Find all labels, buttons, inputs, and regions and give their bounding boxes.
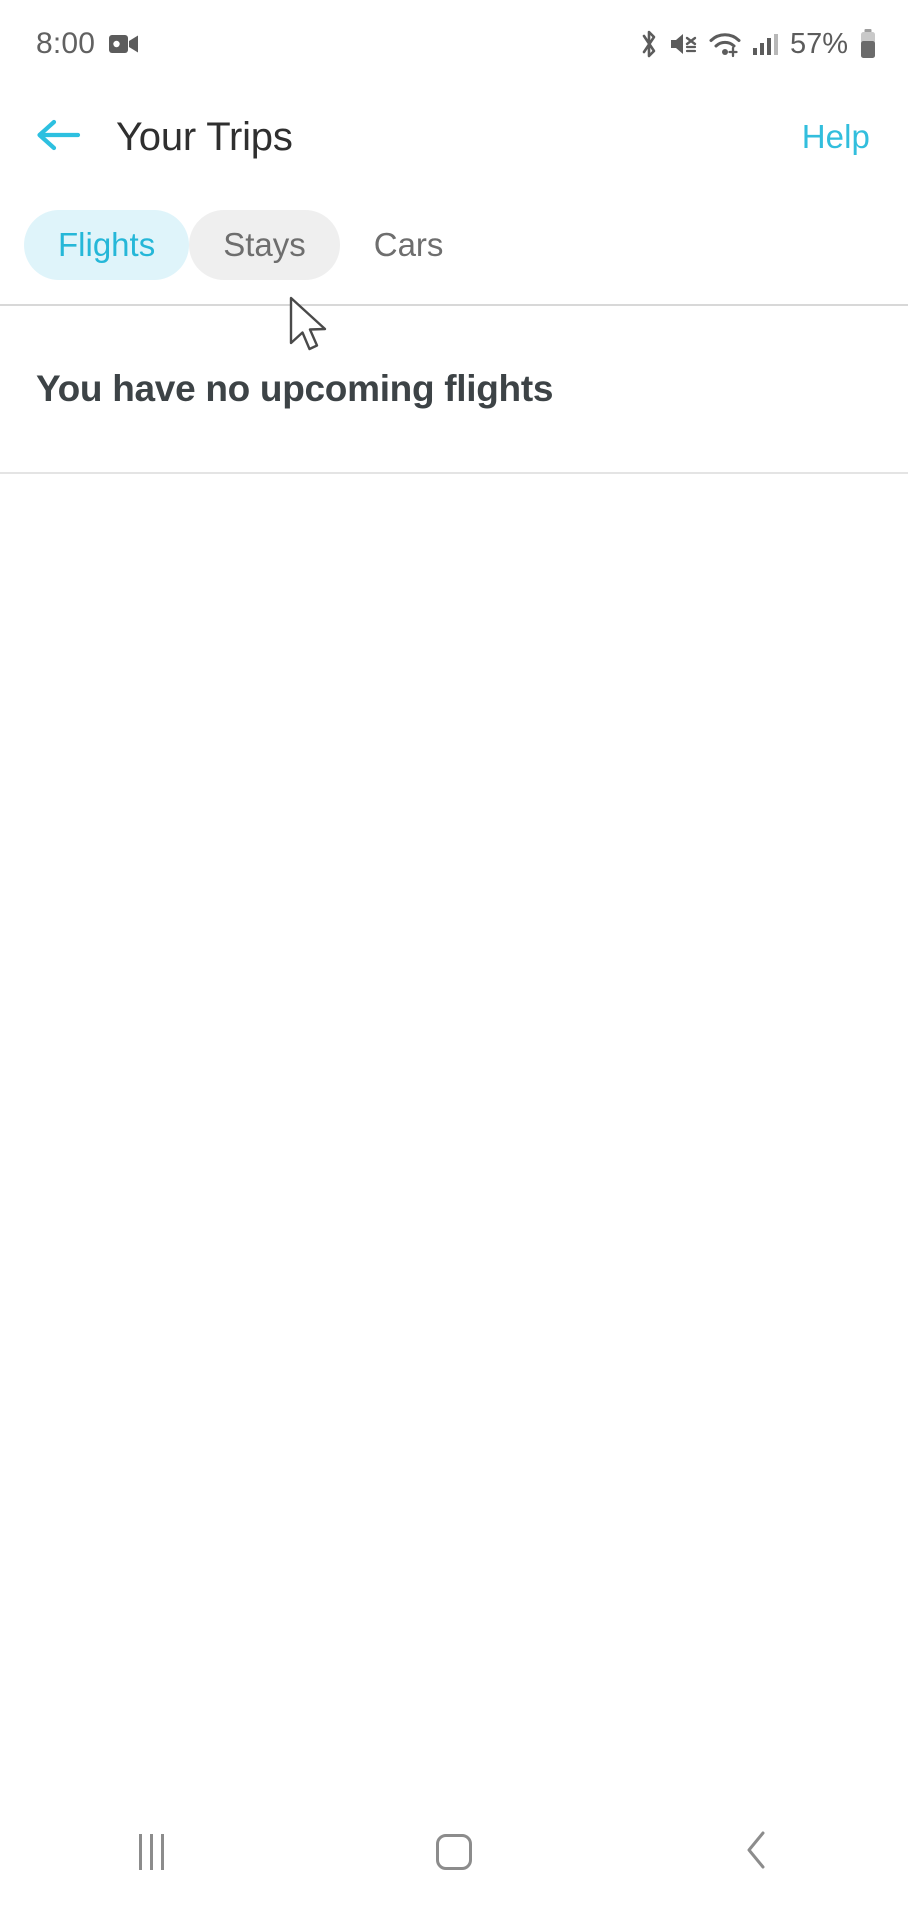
recent-apps-icon xyxy=(138,1834,164,1870)
status-bar: 8:00 57% xyxy=(0,0,908,88)
android-nav-bar xyxy=(0,1784,908,1920)
battery-percent-label: 57% xyxy=(789,27,848,60)
status-bar-right: 57% xyxy=(638,28,878,61)
arrow-left-icon xyxy=(34,115,82,160)
back-button[interactable] xyxy=(26,105,90,169)
page-title: Your Trips xyxy=(116,114,293,159)
tab-cars[interactable]: Cars xyxy=(340,210,478,280)
app-header: Your Trips Help xyxy=(0,88,908,186)
video-recording-icon xyxy=(109,32,139,56)
nav-home-button[interactable] xyxy=(379,1797,529,1907)
bluetooth-icon xyxy=(638,28,660,60)
trips-list-area xyxy=(0,474,908,1784)
trip-type-tabs: Flights Stays Cars xyxy=(0,186,908,304)
help-button[interactable]: Help xyxy=(788,106,884,168)
tab-stays[interactable]: Stays xyxy=(189,210,340,280)
empty-state-title: You have no upcoming flights xyxy=(36,368,554,409)
chevron-left-icon xyxy=(740,1828,774,1877)
tab-flights[interactable]: Flights xyxy=(24,210,190,280)
status-bar-left: 8:00 xyxy=(36,27,139,61)
wifi-icon xyxy=(708,30,742,58)
home-icon xyxy=(435,1834,472,1870)
phone-screen: 8:00 57% Your Trips Help Flights Stays C… xyxy=(0,0,908,1920)
nav-recent-apps-button[interactable] xyxy=(76,1797,226,1907)
empty-state-section: You have no upcoming flights xyxy=(0,306,908,472)
battery-icon xyxy=(858,28,878,60)
cellular-signal-icon xyxy=(751,30,779,58)
volume-mute-icon xyxy=(669,30,699,58)
status-time: 8:00 xyxy=(36,27,96,60)
nav-back-button[interactable] xyxy=(682,1797,832,1907)
